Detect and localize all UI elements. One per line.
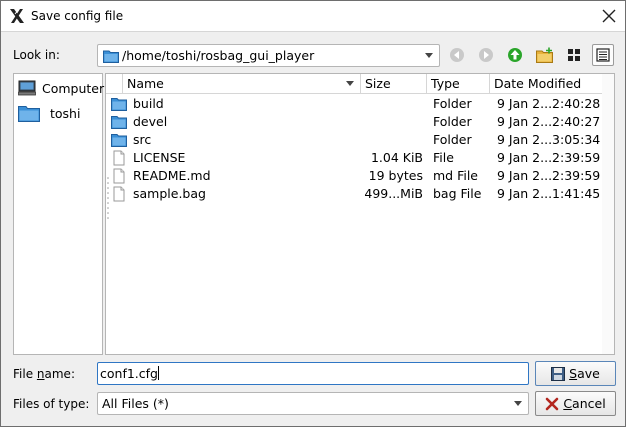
file-name-cell: build [133,96,164,111]
sidebar-item-label: toshi [50,105,81,121]
file-name-label: File name: [13,367,75,381]
files-of-type-value: All Files (*) [102,396,169,411]
resize-handle-icon[interactable] [106,174,110,224]
look-in-path: /home/toshi/rosbag_gui_player [122,48,315,63]
table-row[interactable]: LICENSE 1.04 KiB File 9 Jan 2...2:39:59 [106,149,602,167]
files-of-type-combo[interactable]: All Files (*) [97,392,529,415]
file-date-cell: 9 Jan 2...1:41:45 [497,186,601,201]
vertical-scrollbar[interactable] [602,74,614,354]
column-header-date-modified[interactable]: Date Modified [490,74,602,94]
arrow-right-icon [479,48,493,62]
floppy-disk-icon [551,366,566,381]
table-row[interactable]: devel Folder 9 Jan 2...2:40:27 [106,113,602,131]
file-size-cell [362,95,423,113]
file-size-cell: 1.04 KiB [370,150,423,165]
file-type-cell: Folder [433,96,472,111]
file-date-cell: 9 Jan 2...2:39:59 [497,150,601,165]
cancel-label: Cancel [563,396,606,411]
file-size-cell: 499...MiB [364,186,423,201]
places-sidebar: Computer toshi [13,73,104,355]
column-header-type[interactable]: Type [427,74,490,94]
detail-view-icon [596,48,610,62]
files-of-type-label: Files of type: [13,397,90,411]
chevron-down-icon [425,53,433,58]
file-type-cell: File [433,150,454,165]
file-date-cell: 9 Jan 2...2:40:28 [497,96,601,111]
file-name-value: conf1.cfg [100,366,158,381]
file-type-cell: Folder [433,114,472,129]
forward-button[interactable] [475,44,497,66]
sidebar-item-computer[interactable]: Computer [18,77,104,99]
back-button[interactable] [446,44,468,66]
sidebar-item-toshi[interactable]: toshi [18,102,80,124]
detail-view-button[interactable] [592,44,614,66]
file-type-cell: md File [433,168,479,183]
x11-logo-icon [10,8,24,23]
file-type-cell: bag File [433,186,482,201]
save-label: Save [569,366,600,381]
column-header-label: Size [365,76,391,91]
file-type-cell: Folder [433,132,472,147]
sidebar-item-label: Computer [42,80,105,96]
column-header-size[interactable]: Size [361,74,427,94]
sort-descending-icon [346,81,354,86]
folder-icon [111,134,127,147]
chevron-down-icon [514,401,522,406]
header-spacer [106,74,123,94]
file-date-cell: 9 Jan 2...3:05:34 [497,132,601,147]
table-row[interactable]: build Folder 9 Jan 2...2:40:28 [106,95,602,113]
title-bar: Save config file [1,1,625,32]
column-header-name[interactable]: Name [123,74,361,94]
computer-icon [18,80,36,96]
table-row[interactable]: README.md 19 bytes md File 9 Jan 2...2:39:5… [106,167,602,185]
file-name-input[interactable]: conf1.cfg [97,362,529,385]
column-header-label: Name [127,76,164,91]
file-size-cell [362,113,423,131]
folder-icon [18,106,40,122]
file-list[interactable]: Name Size Type Date Modified build Folder… [105,73,615,355]
file-icon [113,186,125,202]
arrow-left-icon [450,48,464,62]
file-name-cell: sample.bag [133,186,206,201]
file-date-cell: 9 Jan 2...2:40:27 [497,114,601,129]
list-view-button[interactable] [563,44,585,66]
file-size-cell [362,131,423,149]
column-header-label: Date Modified [494,76,582,91]
file-name-cell: src [133,132,152,147]
column-header-label: Type [431,76,460,91]
close-icon[interactable] [601,8,617,24]
new-folder-icon [536,47,553,63]
save-config-dialog: Save config file Look in: /home/toshi/ro… [0,0,626,427]
table-row[interactable]: sample.bag 499...MiB bag File 9 Jan 2...1:4… [106,185,602,203]
file-name-cell: README.md [133,168,211,183]
window-title: Save config file [31,9,124,23]
file-name-cell: devel [133,114,168,129]
save-button[interactable]: Save [535,361,616,386]
cancel-x-icon [546,397,559,410]
file-icon [113,168,125,184]
list-view-icon [568,49,580,61]
folder-icon [111,116,127,129]
new-folder-button[interactable] [534,44,556,66]
look-in-combo[interactable]: /home/toshi/rosbag_gui_player [97,44,440,67]
file-icon [113,150,125,166]
arrow-up-green-icon [508,48,522,62]
file-date-cell: 9 Jan 2...2:39:59 [497,168,601,183]
look-in-label: Look in: [13,48,60,62]
folder-icon [111,98,127,111]
text-caret [157,366,159,380]
parent-directory-button[interactable] [504,44,526,66]
file-size-cell: 19 bytes [368,168,423,183]
file-name-cell: LICENSE [133,150,186,165]
table-row[interactable]: src Folder 9 Jan 2...3:05:34 [106,131,602,149]
file-list-header: Name Size Type Date Modified [106,74,602,94]
folder-icon [103,50,119,63]
cancel-button[interactable]: Cancel [535,391,616,416]
